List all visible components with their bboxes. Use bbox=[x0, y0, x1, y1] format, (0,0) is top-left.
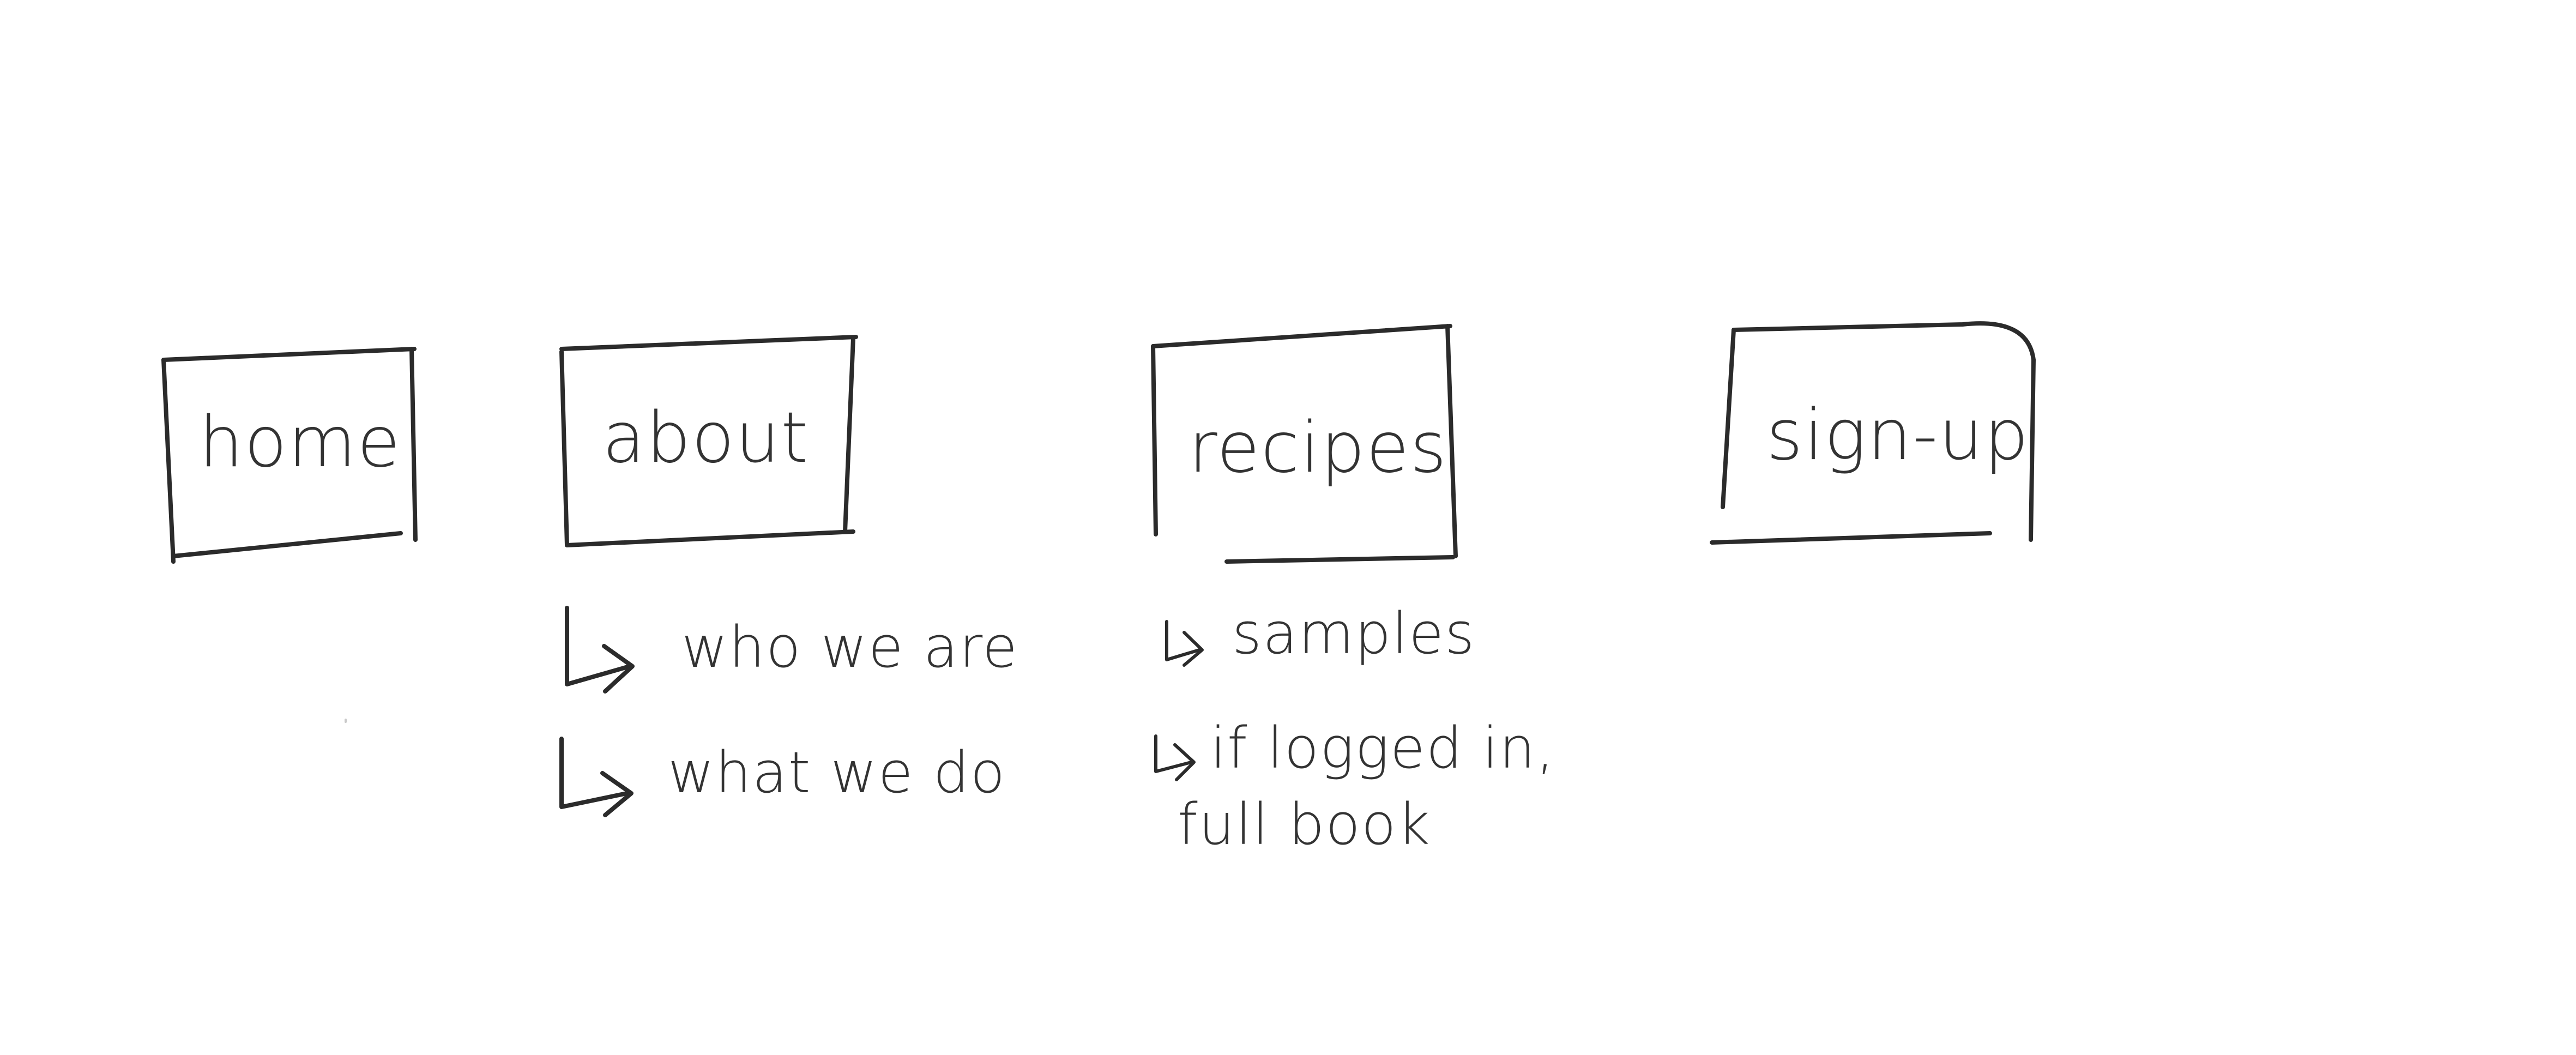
about-sub-who-we-are: who we are bbox=[681, 614, 1018, 680]
hooked-arrow-icon bbox=[1154, 734, 1196, 781]
recipes-sub-if-logged-in: if logged in, bbox=[1210, 715, 1555, 781]
nav-about-label: about bbox=[602, 397, 810, 479]
about-sub-what-we-do: what we do bbox=[668, 739, 1006, 806]
sitemap-drawing bbox=[161, 321, 2036, 817]
recipes-sub-samples: samples bbox=[1232, 600, 1476, 667]
sitemap-sketch: home about recipes sign-up who we are wh… bbox=[0, 0, 2576, 1055]
nav-recipes-label: recipes bbox=[1189, 407, 1448, 489]
nav-signup-label: sign-up bbox=[1766, 395, 2030, 476]
paper-speck bbox=[345, 719, 347, 723]
nav-home-label: home bbox=[199, 402, 401, 483]
recipes-sub-full-book: full book bbox=[1178, 791, 1431, 858]
hooked-arrow-icon bbox=[559, 737, 634, 817]
hooked-arrow-icon bbox=[1165, 620, 1204, 667]
hooked-arrow-icon bbox=[565, 606, 635, 694]
